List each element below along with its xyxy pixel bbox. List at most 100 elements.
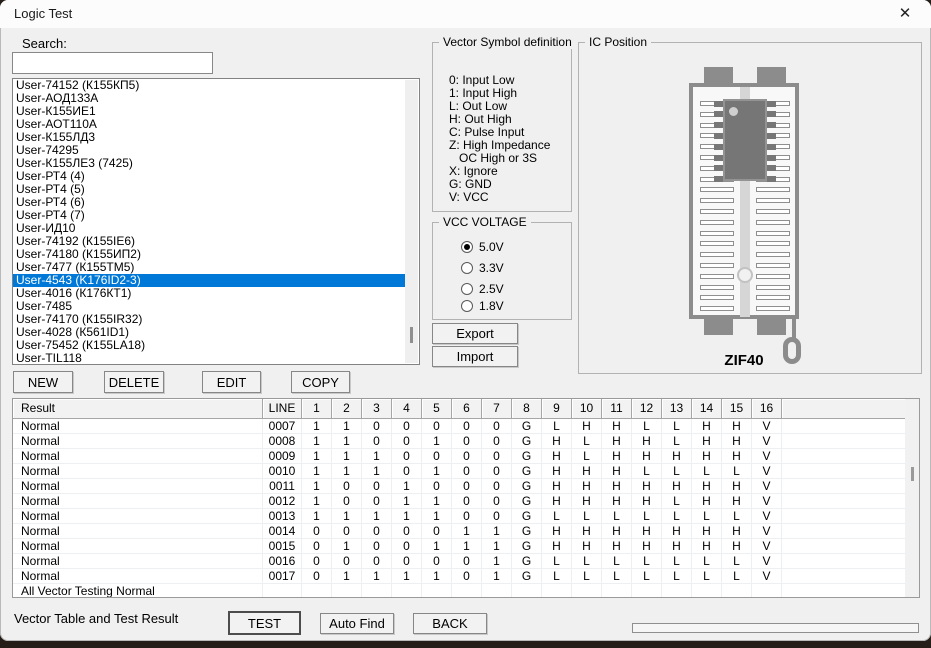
column-header[interactable]: 8 — [512, 399, 542, 419]
import-button[interactable]: Import — [432, 346, 518, 367]
column-header[interactable]: LINE — [263, 399, 302, 419]
result-cell: Normal — [13, 419, 263, 434]
table-row-footer[interactable]: All Vector Testing Normal — [13, 584, 919, 597]
table-row[interactable]: Normal 0015 0 1 0 0 1 1 1 G H H H H H H H V — [13, 539, 919, 554]
column-header[interactable]: 2 — [332, 399, 362, 419]
table-row[interactable]: Normal 0017 0 1 1 1 1 0 1 G L L L L L L L V — [13, 569, 919, 584]
pin-cell: 1 — [392, 494, 422, 509]
copy-button[interactable]: COPY — [291, 371, 350, 393]
chip-pin-stub-left — [714, 176, 723, 183]
auto-find-button[interactable]: Auto Find — [320, 613, 394, 634]
pin-cell: V — [752, 539, 782, 554]
export-button[interactable]: Export — [432, 323, 518, 344]
vcc-radio-3_3v[interactable]: 3.3V — [461, 261, 504, 275]
filler-cell — [782, 464, 919, 479]
column-header[interactable]: 9 — [542, 399, 572, 419]
pin-cell: 1 — [332, 539, 362, 554]
column-header[interactable]: 7 — [482, 399, 512, 419]
table-row[interactable]: Normal 0007 1 1 0 0 0 0 0 G L H H L L H H V — [13, 419, 919, 434]
line-cell: 0007 — [263, 419, 302, 434]
column-header[interactable]: 6 — [452, 399, 482, 419]
pin-cell: 1 — [362, 509, 392, 524]
column-header[interactable]: 10 — [572, 399, 602, 419]
search-input[interactable] — [12, 52, 213, 74]
pin-cell — [302, 584, 332, 597]
vcc-radio-label: 1.8V — [479, 299, 504, 313]
table-row[interactable]: Normal 0008 1 1 0 0 1 0 0 G H L H H L H H V — [13, 434, 919, 449]
column-header-filler — [782, 399, 919, 419]
pin-cell: 0 — [392, 434, 422, 449]
radio-icon[interactable] — [461, 262, 473, 274]
pin-cell: L — [572, 509, 602, 524]
pin-cell: 0 — [452, 434, 482, 449]
table-row[interactable]: Normal 0009 1 1 1 0 0 0 0 G H L H H H H H V — [13, 449, 919, 464]
column-header[interactable]: 15 — [722, 399, 752, 419]
search-label: Search: — [22, 36, 67, 51]
column-header[interactable]: 1 — [302, 399, 332, 419]
pin-cell: H — [602, 464, 632, 479]
edit-button[interactable]: EDIT — [202, 371, 261, 393]
delete-button[interactable]: DELETE — [104, 371, 164, 393]
column-header[interactable]: 4 — [392, 399, 422, 419]
pin-cell: L — [542, 509, 572, 524]
column-header[interactable]: 5 — [422, 399, 452, 419]
table-row[interactable]: Normal 0012 1 0 0 1 1 0 0 G H H H H L H H V — [13, 494, 919, 509]
list-scrollbar[interactable] — [405, 80, 418, 363]
pin-cell: 0 — [362, 539, 392, 554]
chip-list-item[interactable]: User-TIL118 — [13, 352, 419, 365]
pin-cell: 1 — [302, 419, 332, 434]
chip-list-item[interactable]: User-4016 (К176КТ1) — [13, 287, 419, 300]
pin-cell: V — [752, 464, 782, 479]
list-scrollbar-thumb[interactable] — [410, 327, 413, 343]
chip-pin-stub-right — [767, 122, 776, 129]
pin-cell: 1 — [332, 434, 362, 449]
pin-cell: 0 — [332, 554, 362, 569]
chip-pin-stub-right — [767, 154, 776, 161]
pin-cell: 1 — [482, 554, 512, 569]
table-row[interactable]: Normal 0014 0 0 0 0 0 1 1 G H H H H H H H V — [13, 524, 919, 539]
table-row[interactable]: Normal 0010 1 1 1 0 1 0 0 G H H H L L L L V — [13, 464, 919, 479]
socket-slot-right — [756, 209, 790, 214]
test-button[interactable]: TEST — [228, 611, 301, 635]
table-row[interactable]: Normal 0011 1 0 0 1 0 0 0 G H H H H H H H V — [13, 479, 919, 494]
pin-cell: 1 — [362, 569, 392, 584]
column-header[interactable]: 14 — [692, 399, 722, 419]
zif-socket-drawing: ZIF40 — [579, 43, 921, 373]
pin-cell — [572, 584, 602, 597]
chip-pin-stub-left — [714, 111, 723, 118]
filler-cell — [782, 539, 919, 554]
vcc-radio-1_8v[interactable]: 1.8V — [461, 299, 504, 313]
pin-cell: 1 — [392, 509, 422, 524]
column-header[interactable]: 12 — [632, 399, 662, 419]
pin-cell: L — [542, 569, 572, 584]
close-icon[interactable]: ✕ — [890, 4, 920, 24]
column-header[interactable]: 16 — [752, 399, 782, 419]
radio-icon[interactable] — [461, 241, 473, 253]
pin-cell: L — [662, 419, 692, 434]
column-header[interactable]: 3 — [362, 399, 392, 419]
pin-cell: 0 — [452, 554, 482, 569]
table-scrollbar-thumb[interactable] — [911, 467, 914, 481]
filler-cell — [782, 584, 919, 597]
column-header[interactable]: 11 — [602, 399, 632, 419]
vcc-radio-2_5v[interactable]: 2.5V — [461, 282, 504, 296]
pin-cell: H — [542, 449, 572, 464]
column-header[interactable]: 13 — [662, 399, 692, 419]
pin-cell: H — [542, 494, 572, 509]
new-button[interactable]: NEW — [13, 371, 73, 393]
table-row[interactable]: Normal 0013 1 1 1 1 1 0 0 G L L L L L L L V — [13, 509, 919, 524]
back-button[interactable]: BACK — [413, 613, 487, 634]
result-cell: Normal — [13, 449, 263, 464]
pin-cell: 0 — [452, 419, 482, 434]
line-cell: 0015 — [263, 539, 302, 554]
table-scrollbar[interactable] — [905, 399, 919, 597]
vcc-radio-5_0v[interactable]: 5.0V — [461, 240, 504, 254]
radio-icon[interactable] — [461, 283, 473, 295]
table-row[interactable]: Normal 0016 0 0 0 0 0 0 1 G L L L L L L L V — [13, 554, 919, 569]
pin-cell — [482, 584, 512, 597]
socket-lever-stem — [792, 319, 796, 339]
chip-pin-stub-left — [714, 100, 723, 107]
column-header[interactable]: Result — [13, 399, 263, 419]
socket-slot-left — [700, 284, 734, 290]
radio-icon[interactable] — [461, 300, 473, 312]
